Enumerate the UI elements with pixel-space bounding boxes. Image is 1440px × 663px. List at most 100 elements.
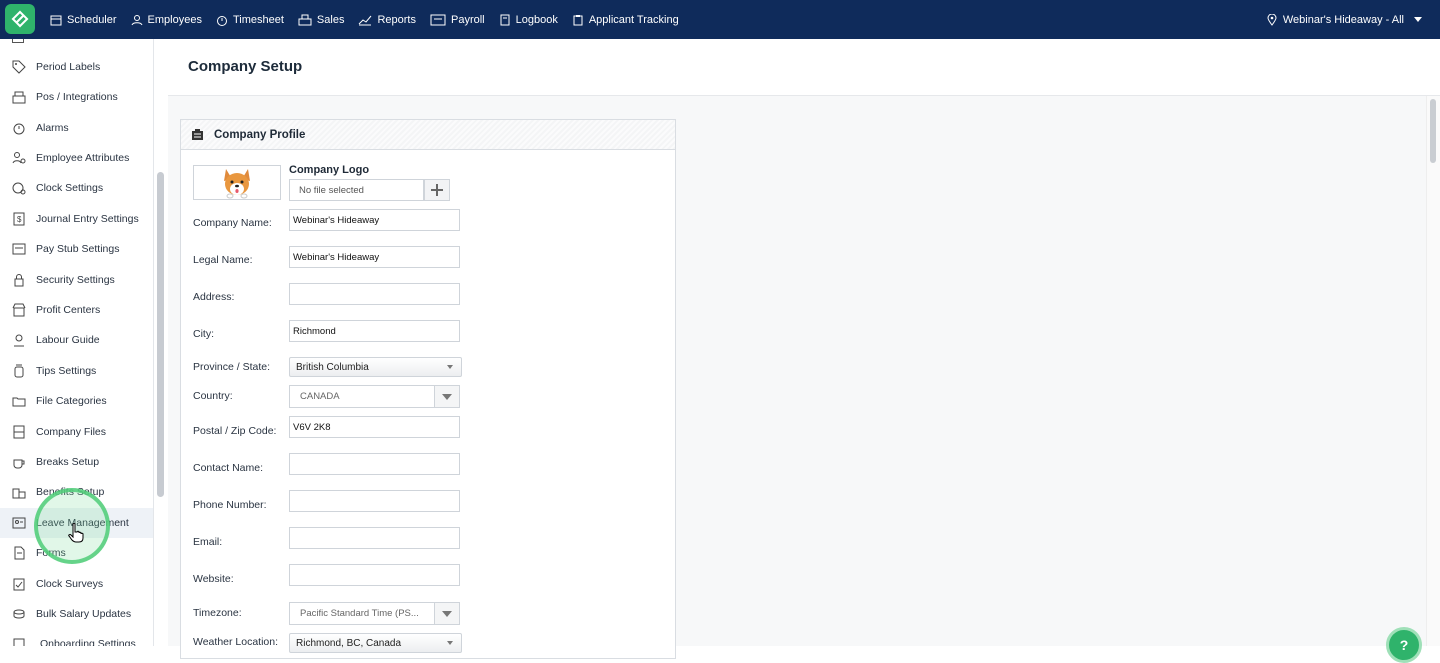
calendar-icon [50, 15, 62, 25]
alarm-clock-icon [13, 123, 25, 135]
sidebar-item-label: Tips Settings [36, 365, 97, 377]
sidebar-item-journal-entry-settings[interactable]: $ Journal Entry Settings [0, 204, 153, 234]
file-cabinet-icon [13, 425, 25, 439]
legal-name-input[interactable]: Webinar's Hideaway [289, 246, 460, 268]
partial-icon [12, 39, 24, 43]
nav-reports[interactable]: Reports [358, 0, 416, 39]
sidebar-item-label: Alarms [36, 122, 69, 134]
city-input[interactable]: Richmond [289, 320, 460, 342]
website-input[interactable] [289, 564, 460, 586]
id-badge-icon [12, 517, 26, 529]
nav-label: Timesheet [232, 13, 284, 26]
dollar-document-icon: $ [13, 212, 25, 226]
chevron-down-icon [447, 641, 453, 645]
sidebar-item-period-labels[interactable]: Period Labels [0, 52, 153, 82]
sidebar-item-onboarding-settings[interactable]: Onboarding Settings [0, 629, 153, 646]
content-area: Company Profile Company Logo No file sel… [168, 96, 1440, 659]
sidebar-item-label: File Categories [36, 395, 107, 407]
sidebar-item-pay-stub-settings[interactable]: Pay Stub Settings [0, 234, 153, 264]
sidebar-item-clock-surveys[interactable]: Clock Surveys [0, 569, 153, 599]
website-label: Website: [193, 573, 234, 585]
sidebar-item-labour-guide[interactable]: Labour Guide [0, 325, 153, 355]
location-selector[interactable]: Webinar's Hideaway - All [1267, 0, 1422, 39]
id-card-icon [430, 14, 446, 25]
sidebar-item-breaks-setup[interactable]: Breaks Setup [0, 447, 153, 477]
country-select[interactable]: CANADA [289, 385, 460, 408]
sidebar-item-security-settings[interactable]: Security Settings [0, 265, 153, 295]
sidebar-item-label: Breaks Setup [36, 456, 100, 468]
timezone-select[interactable]: Pacific Standard Time (PS... [289, 602, 460, 625]
logo-file-input[interactable]: No file selected [289, 179, 424, 201]
help-button[interactable]: ? [1386, 627, 1422, 663]
nav-label: Reports [377, 13, 416, 26]
email-input[interactable] [289, 527, 460, 549]
nav-employees[interactable]: Employees [131, 0, 202, 39]
sidebar-item-file-categories[interactable]: File Categories [0, 386, 153, 416]
nav-applicant-tracking[interactable]: Applicant Tracking [572, 0, 679, 39]
dropdown-arrow-icon[interactable] [434, 386, 459, 407]
coffee-cup-icon [13, 459, 25, 469]
sidebar-item-pos-integrations[interactable]: Pos / Integrations [0, 82, 153, 112]
sidebar-item-alarms[interactable]: Alarms [0, 113, 153, 143]
sidebar-item-profit-centers[interactable]: Profit Centers [0, 295, 153, 325]
map-pin-icon [1267, 13, 1277, 26]
sidebar-item-label: Period Labels [36, 61, 101, 73]
nav-payroll[interactable]: Payroll [430, 0, 485, 39]
book-icon [500, 14, 510, 25]
nav-timesheet[interactable]: Timesheet [216, 0, 284, 39]
timezone-label: Timezone: [193, 607, 242, 619]
sidebar-item-label: Profit Centers [36, 304, 101, 316]
add-logo-button[interactable] [424, 179, 450, 201]
logo-icon [11, 10, 29, 28]
sidebar-item-company-files[interactable]: Company Files [0, 417, 153, 447]
sidebar-item-label: Clock Surveys [36, 578, 104, 590]
postal-code-input[interactable]: V6V 2K8 [289, 416, 460, 438]
sidebar-item-label: Onboarding Settings [40, 638, 136, 646]
folders-icon [12, 397, 26, 407]
chart-line-icon [359, 15, 372, 25]
svg-text:$: $ [17, 215, 22, 224]
nav-label: Scheduler [67, 13, 117, 26]
dropdown-arrow-icon[interactable] [434, 603, 459, 624]
sidebar-item-label: Bulk Salary Updates [36, 608, 132, 620]
sidebar-item-label: Employee Attributes [36, 152, 130, 164]
sidebar-item-label: Journal Entry Settings [36, 213, 139, 225]
top-nav: Scheduler Employees Timesheet Sales Repo… [0, 0, 1440, 39]
plus-icon [431, 184, 443, 196]
phone-number-input[interactable] [289, 490, 460, 512]
weather-location-label: Weather Location: [193, 636, 279, 648]
app-logo[interactable] [5, 4, 35, 34]
sidebar-item-clock-settings[interactable]: Clock Settings [0, 173, 153, 203]
nav-label: Employees [147, 13, 202, 26]
city-label: City: [193, 328, 214, 340]
user-gear-icon [12, 152, 26, 164]
country-label: Country: [193, 390, 233, 402]
sidebar-item-tips-settings[interactable]: Tips Settings [0, 356, 153, 386]
sidebar-item-label: Pay Stub Settings [36, 243, 120, 255]
panel-header: Company Profile [181, 120, 675, 150]
address-label: Address: [193, 291, 235, 303]
main-scrollbar-thumb[interactable] [1430, 99, 1436, 163]
main-scroll-track[interactable] [1426, 96, 1440, 646]
company-name-label: Company Name: [193, 217, 272, 229]
store-icon [12, 303, 26, 317]
province-select[interactable]: British Columbia [289, 357, 462, 377]
sidebar-item-bulk-salary-updates[interactable]: Bulk Salary Updates [0, 599, 153, 629]
weather-location-select[interactable]: Richmond, BC, Canada [289, 633, 462, 653]
chevron-down-icon [1414, 17, 1422, 22]
tip-jar-icon [14, 364, 24, 378]
nav-label: Payroll [450, 13, 485, 26]
phone-number-label: Phone Number: [193, 499, 267, 511]
company-name-input[interactable]: Webinar's Hideaway [289, 209, 460, 231]
weather-location-value: Richmond, BC, Canada [296, 637, 402, 649]
clipboard-check-icon [13, 578, 25, 591]
register-icon [298, 14, 312, 25]
sidebar-item-employee-attributes[interactable]: Employee Attributes [0, 143, 153, 173]
nav-logbook[interactable]: Logbook [499, 0, 558, 39]
lock-icon [14, 274, 24, 287]
contact-name-input[interactable] [289, 453, 460, 475]
address-input[interactable] [289, 283, 460, 305]
nav-scheduler[interactable]: Scheduler [50, 0, 117, 39]
sidebar-scrollbar[interactable] [157, 172, 164, 497]
nav-sales[interactable]: Sales [298, 0, 344, 39]
